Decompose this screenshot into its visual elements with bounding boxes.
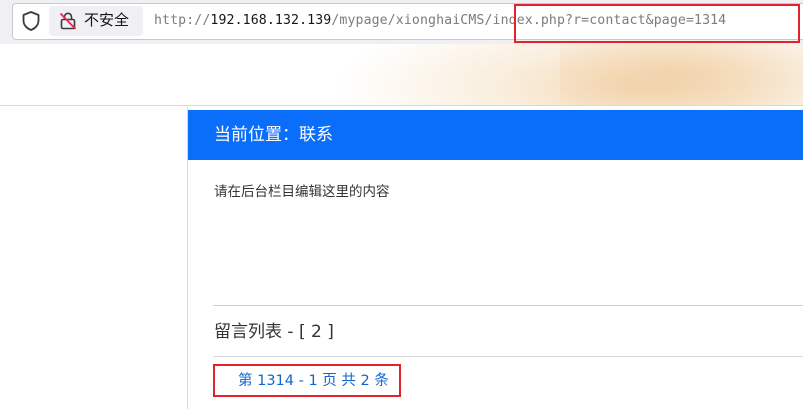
current-location: 当前位置：联系 bbox=[214, 125, 333, 145]
browser-toolbar: 不安全 http://192.168.132.139/mypage/xiongh… bbox=[0, 0, 803, 44]
shield-icon[interactable] bbox=[20, 10, 42, 32]
lock-off-icon[interactable] bbox=[58, 11, 78, 31]
main-content: 当前位置：联系 请在后台栏目编辑这里的内容 留言列表 - [ 2 ] 第 131… bbox=[187, 107, 803, 409]
banner-decoration-accent bbox=[560, 44, 803, 105]
security-label[interactable]: 不安全 bbox=[84, 10, 129, 30]
divider bbox=[213, 305, 803, 306]
divider bbox=[213, 356, 803, 357]
url-highlight-box bbox=[514, 4, 800, 43]
site-banner bbox=[0, 44, 803, 106]
guestbook-title: 留言列表 - [ 2 ] bbox=[214, 322, 334, 342]
url-scheme: http:// bbox=[154, 13, 211, 28]
page-content-text: 请在后台栏目编辑这里的内容 bbox=[214, 184, 390, 200]
url-host: 192.168.132.139 bbox=[210, 13, 332, 28]
pagination-link[interactable]: 第 1314 - 1 页 共 2 条 bbox=[238, 372, 389, 390]
location-bar: 当前位置：联系 bbox=[188, 110, 803, 160]
